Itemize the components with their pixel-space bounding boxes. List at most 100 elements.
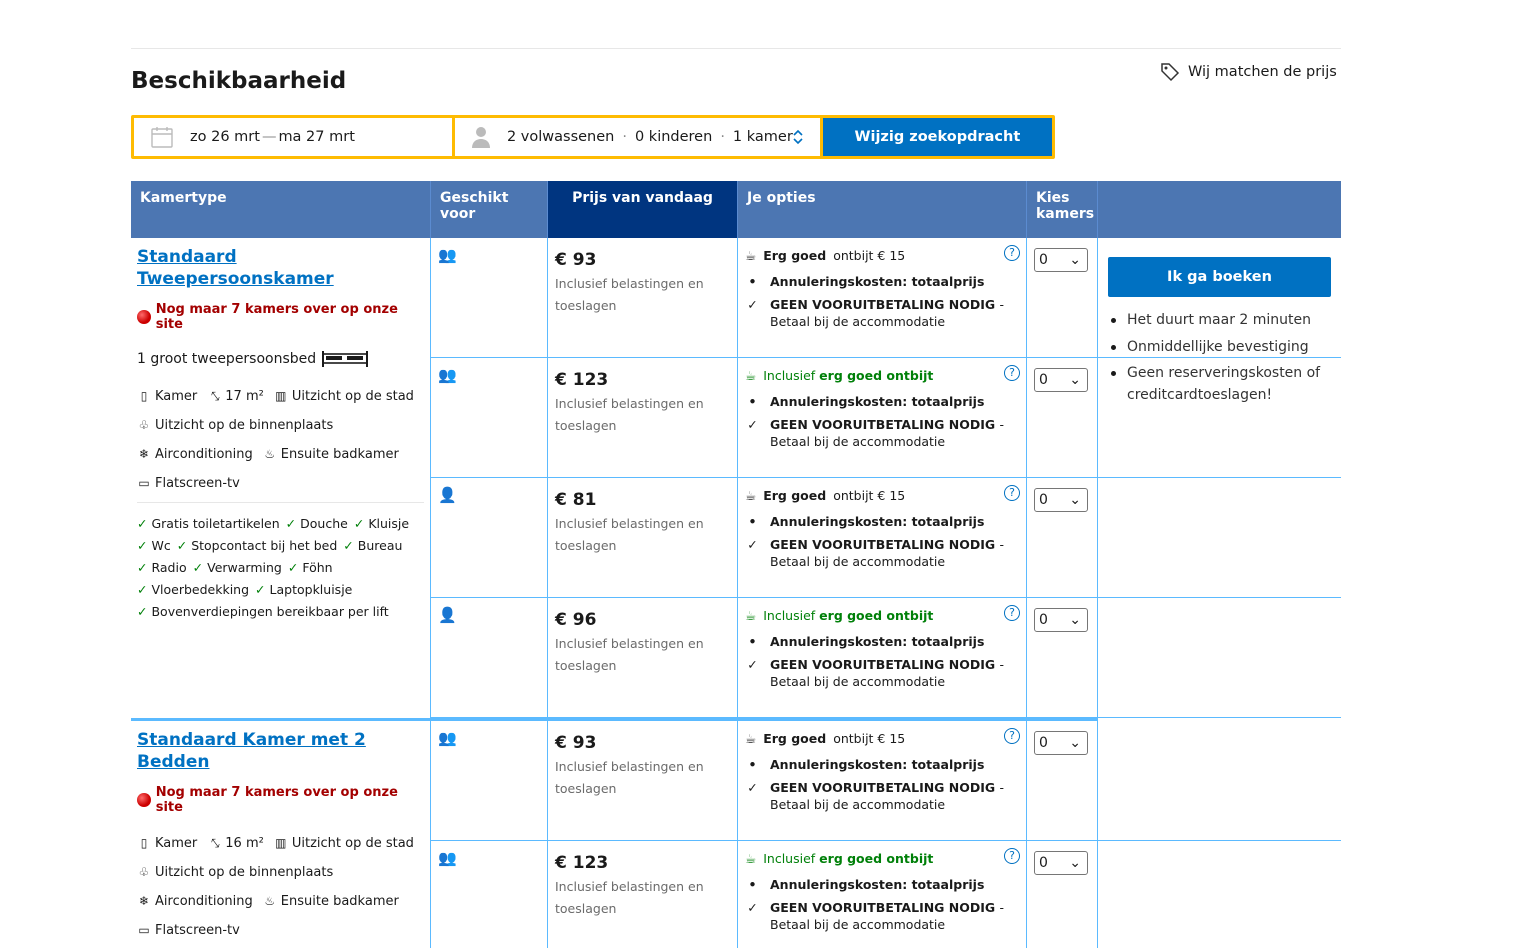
check-icon: ✓ [747, 780, 758, 795]
room-quantity-select[interactable]: 0 ⌄ [1034, 248, 1088, 272]
coffee-icon: ☕ [745, 607, 757, 623]
amenity-item: ✓ Gratis toiletartikelen [137, 516, 280, 531]
city-icon: ▥ [275, 836, 287, 850]
option-row: 👥 € 93 Inclusief belastingen en toeslagen… [431, 721, 1341, 841]
bullet-icon: • [748, 514, 757, 529]
options-cell: ☕ Erg goed ontbijt € 15 ? • Annuleringskost… [738, 238, 1027, 357]
help-icon[interactable]: ? [1004, 848, 1020, 864]
facility-list: ▯ Kamer ⤡ 16 m² ▥ Uitzicht op de stad ♧ Uitzic… [137, 829, 424, 945]
price-cell: € 123 Inclusief belastingen en toeslagen [548, 358, 738, 477]
check-icon: ✓ [287, 560, 299, 575]
room-quantity-select[interactable]: 0 ⌄ [1034, 608, 1088, 632]
amenity-item: ✓ Radio [137, 560, 187, 575]
chevron-down-icon: ⌄ [1069, 492, 1081, 508]
facility-item: ⤡ 16 m² [207, 836, 263, 851]
tax-note: Inclusief belastingen en toeslagen [555, 276, 704, 313]
check-icon: ✓ [285, 516, 297, 531]
facility-item: ▭ Flatscreen-tv [137, 476, 240, 491]
amenity-item: ✓ Bovenverdiepingen bereikbaar per lift [137, 604, 389, 619]
check-icon: ✓ [137, 538, 148, 553]
facility-item: ▯ Kamer [137, 389, 198, 404]
chevron-down-icon: ⌄ [1069, 855, 1081, 871]
room-name-link[interactable]: Standaard Tweepersoonskamer [137, 247, 334, 289]
price-amount: € 96 [555, 610, 597, 630]
pay-at-property: Betaal bij de accommodatie [770, 434, 946, 449]
check-icon: ✓ [747, 417, 758, 432]
help-icon[interactable]: ? [1004, 245, 1020, 261]
help-icon[interactable]: ? [1004, 365, 1020, 381]
red-dot-icon [137, 793, 151, 807]
coffee-icon: ☕ [745, 367, 757, 383]
scarcity-text: Nog maar 7 kamers over op onze site [155, 785, 398, 815]
help-icon[interactable]: ? [1004, 605, 1020, 621]
tv-icon: ▭ [138, 476, 150, 490]
facility-item: ♨ Ensuite badkamer [263, 894, 398, 909]
facility-item: ▥ Uitzicht op de stad [274, 836, 414, 851]
guest-selector[interactable]: 2 volwassenen · 0 kinderen · 1 kamer [454, 118, 820, 156]
room-block: Standaard Kamer met 2 Bedden Nog maar 7 … [131, 721, 1341, 948]
check-icon: ✓ [137, 604, 148, 619]
prepayment-info: ✓ GEEN VOORUITBETALING NODIG - [745, 780, 1019, 795]
room-quantity-select[interactable]: 0 ⌄ [1034, 368, 1088, 392]
room-block: Standaard Tweepersoonskamer Nog maar 7 k… [131, 238, 1341, 718]
cancellation-info: • Annuleringskosten: totaalprijs [745, 757, 1019, 772]
room-quantity-select[interactable]: 0 ⌄ [1034, 731, 1088, 755]
check-icon: ✓ [343, 538, 354, 553]
book-button[interactable]: Ik ga boeken [1108, 257, 1331, 297]
prepayment-info: ✓ GEEN VOORUITBETALING NODIG - [745, 417, 1019, 432]
check-icon: ✓ [747, 297, 758, 312]
bath-icon: ♨ [264, 894, 276, 908]
coffee-icon: ☕ [745, 850, 757, 866]
cancellation-info: • Annuleringskosten: totaalprijs [745, 514, 1019, 529]
tax-note: Inclusief belastingen en toeslagen [555, 759, 704, 796]
booking-panel: Ik ga boeken Het duurt maar 2 minuten On… [1108, 257, 1331, 411]
header-price-today: Prijs van vandaag [548, 181, 738, 238]
date-from: zo 26 mrt [190, 129, 260, 145]
amenity-item: ✓ Kluisje [353, 516, 410, 531]
check-icon: ✓ [192, 560, 204, 575]
calendar-icon [151, 127, 173, 148]
occupancy-two-icon: 👥 [431, 358, 548, 477]
person-icon [471, 127, 490, 148]
pay-at-property: Betaal bij de accommodatie [770, 314, 946, 329]
chevron-down-icon: ⌄ [1069, 612, 1081, 628]
price-cell: € 81 Inclusief belastingen en toeslagen [548, 478, 738, 597]
price-cell: € 123 Inclusief belastingen en toeslagen [548, 841, 738, 948]
price-amount: € 81 [555, 490, 597, 510]
change-search-button[interactable]: Wijzig zoekopdracht [822, 118, 1052, 156]
amenity-item: ✓ Bureau [343, 538, 403, 553]
occupancy-one-icon: 👤 [431, 478, 548, 597]
room-name-link[interactable]: Standaard Kamer met 2 Bedden [137, 730, 366, 772]
snowflake-icon: ❄ [138, 894, 150, 908]
date-separator: — [261, 129, 277, 145]
room-quantity-select[interactable]: 0 ⌄ [1034, 851, 1088, 875]
help-icon[interactable]: ? [1004, 485, 1020, 501]
facility-item: ▭ Flatscreen-tv [137, 923, 240, 938]
scarcity-note: Nog maar 7 kamers over op onze site [137, 785, 424, 815]
tax-note: Inclusief belastingen en toeslagen [555, 636, 704, 673]
check-icon: ✓ [255, 582, 266, 597]
facility-item: ❄ Airconditioning [137, 447, 253, 462]
cancellation-info: • Annuleringskosten: totaalprijs [745, 274, 1019, 289]
option-row: 👥 € 123 Inclusief belastingen en toeslage… [431, 841, 1341, 948]
room-quantity-select[interactable]: 0 ⌄ [1034, 488, 1088, 512]
select-cell: 0 ⌄ [1027, 478, 1098, 597]
benefit-item: Geen reserveringskosten of creditcardtoe… [1108, 362, 1331, 406]
prepayment-info: ✓ GEEN VOORUITBETALING NODIG - [745, 537, 1019, 552]
dot-separator: · [720, 129, 725, 145]
price-match-link[interactable]: Wij matchen de prijs [1160, 62, 1337, 82]
scarcity-note: Nog maar 7 kamers over op onze site [137, 302, 424, 332]
help-icon[interactable]: ? [1004, 728, 1020, 744]
options-cell: ☕ Erg goed ontbijt € 15 ? • Annuleringskost… [738, 478, 1027, 597]
pay-at-property: Betaal bij de accommodatie [770, 917, 946, 932]
pay-at-property: Betaal bij de accommodatie [770, 674, 946, 689]
cancellation-info: • Annuleringskosten: totaalprijs [745, 394, 1019, 409]
select-cell: 0 ⌄ [1027, 841, 1098, 948]
availability-table: Kamertype Geschikt voor Prijs van vandaa… [131, 181, 1341, 948]
benefit-item: Onmiddellijke bevestiging [1108, 336, 1331, 358]
facility-item: ♧ Uitzicht op de binnenplaats [137, 865, 334, 880]
room-info: Standaard Tweepersoonskamer Nog maar 7 k… [131, 238, 431, 718]
date-picker[interactable]: zo 26 mrt — ma 27 mrt [134, 118, 452, 156]
amenity-item: ✓ Wc [137, 538, 171, 553]
occupancy-two-icon: 👥 [431, 238, 548, 357]
